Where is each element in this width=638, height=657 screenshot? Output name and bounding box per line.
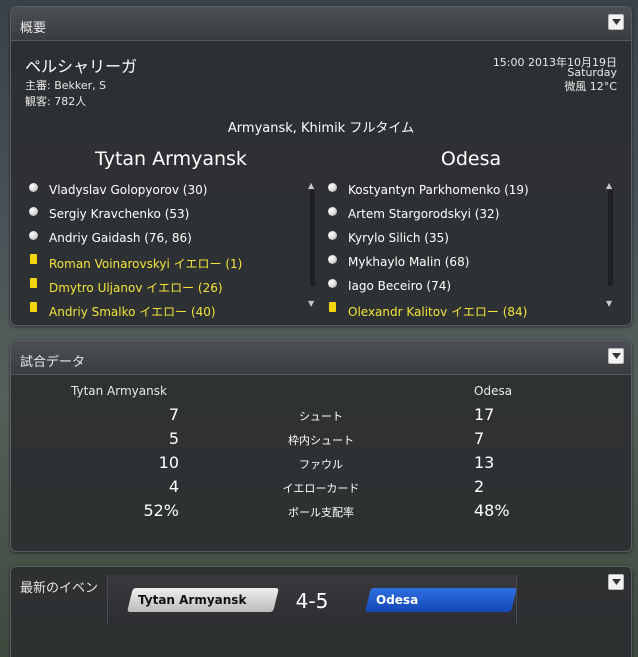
- ball-icon: [29, 231, 38, 240]
- stat-row-shots: 7 シュート 17: [11, 405, 631, 429]
- stat-away-value: 48%: [474, 501, 510, 520]
- away-team-name[interactable]: Odesa: [381, 148, 561, 170]
- chevron-down-icon: [612, 579, 621, 585]
- event-text[interactable]: Olexandr Kalitov イエロー (84): [348, 303, 527, 320]
- attendance-label: 観客: 782人: [25, 95, 87, 108]
- stat-away-value: 13: [474, 453, 495, 472]
- stat-label: 枠内シュート: [288, 434, 354, 447]
- latest-events-collapse-button[interactable]: [608, 574, 624, 590]
- event-text[interactable]: Andriy Smalko イエロー (40): [49, 303, 216, 320]
- event-row[interactable]: Mykhaylo Malin (68): [310, 249, 580, 273]
- ball-icon: [29, 207, 38, 216]
- ball-icon: [328, 231, 337, 240]
- chevron-down-icon: [612, 353, 621, 359]
- event-text[interactable]: Andriy Gaidash (76, 86): [49, 231, 192, 245]
- event-text[interactable]: Iago Beceiro (74): [348, 279, 451, 293]
- event-text[interactable]: Roman Voinarovskyi イエロー (1): [49, 255, 242, 272]
- event-row[interactable]: Andriy Gaidash (76, 86): [11, 225, 281, 249]
- scroll-down-icon[interactable]: ▼: [606, 300, 612, 308]
- event-row[interactable]: Artem Stargorodskyi (32): [310, 201, 580, 225]
- stats-home-team: Tytan Armyansk: [71, 384, 167, 398]
- stat-row-possession: 52% ボール支配率 48%: [11, 501, 631, 525]
- event-text[interactable]: Kostyantyn Parkhomenko (19): [348, 183, 529, 197]
- away-event-list: Kostyantyn Parkhomenko (19) Artem Stargor…: [310, 177, 580, 321]
- event-text[interactable]: Artem Stargorodskyi (32): [348, 207, 499, 221]
- home-event-list: Vladyslav Golopyorov (30) Sergiy Kravchen…: [11, 177, 281, 321]
- competition-name[interactable]: ペルシャリーガ: [25, 53, 137, 77]
- yellow-card-icon: [30, 278, 37, 288]
- referee-label: 主審: Bekker, S: [25, 79, 107, 92]
- scoreboard: Tytan Armyansk 4-5 Odesa: [107, 575, 517, 625]
- match-stats-header: 試合データ: [11, 341, 631, 375]
- yellow-card-icon: [329, 302, 336, 312]
- stat-row-shots-on-target: 5 枠内シュート 7: [11, 429, 631, 453]
- chevron-down-icon: [612, 19, 621, 25]
- event-text[interactable]: Vladyslav Golopyorov (30): [49, 183, 207, 197]
- stat-away-value: 7: [474, 429, 485, 448]
- stat-label: ファウル: [299, 458, 343, 471]
- scroll-track[interactable]: [608, 190, 613, 286]
- event-text[interactable]: Dmytro Uljanov イエロー (26): [49, 279, 223, 296]
- scroll-up-icon[interactable]: ▲: [606, 182, 612, 190]
- stat-away-value: 2: [474, 477, 485, 496]
- latest-events-title: 最新のイベン: [20, 581, 99, 596]
- overview-collapse-button[interactable]: [608, 14, 624, 30]
- venue-status: Armyansk, Khimik フルタイム: [227, 121, 415, 136]
- overview-title: 概要: [20, 21, 47, 36]
- stat-label: イエローカード: [282, 482, 360, 495]
- event-row[interactable]: Vladyslav Golopyorov (30): [11, 177, 281, 201]
- stat-row-yellow-cards: 4 イエローカード 2: [11, 477, 631, 501]
- away-team-tab[interactable]: Odesa: [365, 588, 517, 612]
- stat-away-value: 17: [474, 405, 495, 424]
- ball-icon: [328, 207, 337, 216]
- event-row[interactable]: Roman Voinarovskyi イエロー (1): [11, 249, 281, 273]
- event-row[interactable]: Kostyantyn Parkhomenko (19): [310, 177, 580, 201]
- weather-label: 微風 12°C: [564, 80, 617, 93]
- ball-icon: [328, 279, 337, 288]
- ball-icon: [328, 183, 337, 192]
- match-stats-title: 試合データ: [20, 355, 86, 370]
- away-team-tab-label: Odesa: [376, 593, 419, 607]
- stat-label: ボール支配率: [288, 506, 354, 519]
- ball-icon: [328, 255, 337, 264]
- event-row[interactable]: Iago Beceiro (74): [310, 273, 580, 297]
- away-events-scrollbar[interactable]: ▲ ▼: [606, 182, 613, 312]
- event-row[interactable]: Andriy Smalko イエロー (40): [11, 297, 281, 321]
- home-team-name[interactable]: Tytan Armyansk: [71, 148, 271, 170]
- event-row[interactable]: Kyrylo Silich (35): [310, 225, 580, 249]
- event-text[interactable]: Mykhaylo Malin (68): [348, 255, 469, 269]
- overview-header: 概要: [11, 7, 631, 41]
- event-text[interactable]: Sergiy Kravchenko (53): [49, 207, 189, 221]
- match-stats-panel: 試合データ Tytan Armyansk Odesa 7 シュート 17 5 枠…: [10, 340, 632, 552]
- yellow-card-icon: [30, 302, 37, 312]
- ball-icon: [29, 183, 38, 192]
- stat-label: シュート: [299, 410, 343, 423]
- event-text[interactable]: Kyrylo Silich (35): [348, 231, 449, 245]
- event-row[interactable]: Olexandr Kalitov イエロー (84): [310, 297, 580, 321]
- overview-panel: 概要 ペルシャリーガ 主審: Bekker, S 観客: 782人 15:00 …: [10, 6, 632, 326]
- yellow-card-icon: [30, 254, 37, 264]
- stat-row-fouls: 10 ファウル 13: [11, 453, 631, 477]
- event-row[interactable]: Dmytro Uljanov イエロー (26): [11, 273, 281, 297]
- event-row[interactable]: Sergiy Kravchenko (53): [11, 201, 281, 225]
- stats-away-team: Odesa: [474, 384, 513, 398]
- latest-events-panel: 最新のイベン Tytan Armyansk 4-5 Odesa: [10, 566, 632, 657]
- match-stats-collapse-button[interactable]: [608, 348, 624, 364]
